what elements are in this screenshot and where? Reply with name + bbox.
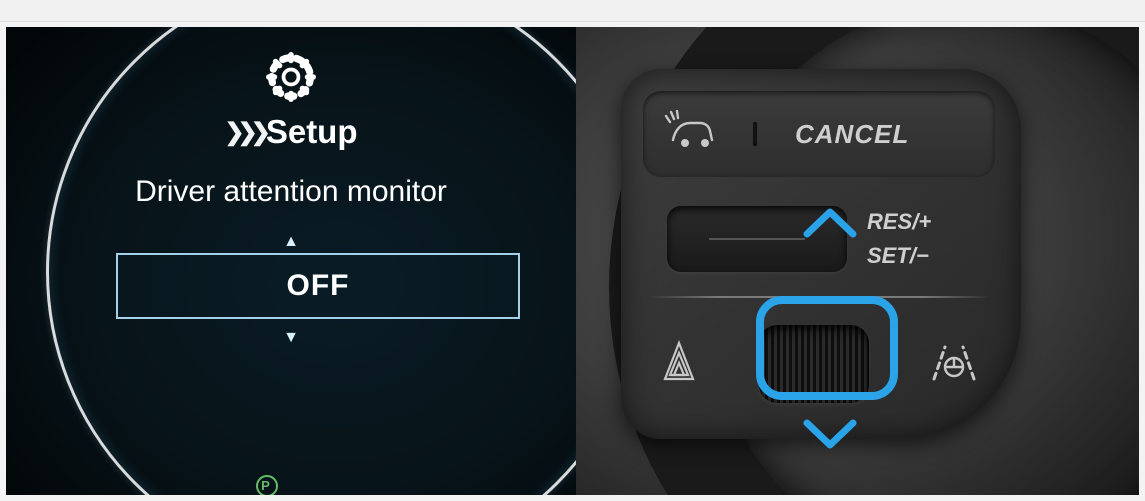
dashboard-screen: ❯❯❯ Setup Driver attention monitor ▲ OFF… [6, 27, 576, 495]
control-pod: CANCEL RES/+ SET/− [621, 69, 1021, 439]
pod-bottom-row [643, 309, 995, 419]
res-set-labels: RES/+ SET/− [867, 205, 931, 273]
setup-breadcrumb: ❯❯❯ Setup [225, 113, 358, 151]
option-value: OFF [287, 269, 350, 303]
res-label[interactable]: RES/+ [867, 205, 931, 239]
gear-icon [263, 49, 319, 110]
content-split: ❯❯❯ Setup Driver attention monitor ▲ OFF… [0, 22, 1145, 501]
arrow-up-icon[interactable]: ▲ [283, 233, 299, 251]
scroll-wheel[interactable] [759, 325, 869, 403]
odometer-row [256, 475, 278, 495]
option-value-box[interactable]: OFF [116, 253, 520, 319]
status-led [753, 122, 757, 146]
pod-divider [649, 296, 991, 298]
chevrons-icon: ❯❯❯ [225, 118, 264, 147]
window-topbar [0, 0, 1145, 22]
following-distance-icon[interactable] [659, 339, 699, 390]
distance-icon[interactable] [663, 110, 721, 159]
pod-mid-row: RES/+ SET/− [643, 189, 995, 289]
steering-wheel-panel: CANCEL RES/+ SET/− [576, 27, 1139, 495]
arrow-down-icon[interactable]: ▼ [283, 329, 299, 347]
pod-top-row: CANCEL [643, 91, 995, 177]
park-indicator-icon [256, 475, 278, 495]
menu-label: Setup [266, 113, 358, 151]
cancel-button[interactable]: CANCEL [795, 119, 909, 150]
speed-rocker[interactable] [667, 206, 847, 272]
setting-title: Driver attention monitor [135, 175, 447, 209]
set-label[interactable]: SET/− [867, 239, 931, 273]
lane-keep-icon[interactable] [929, 339, 979, 390]
